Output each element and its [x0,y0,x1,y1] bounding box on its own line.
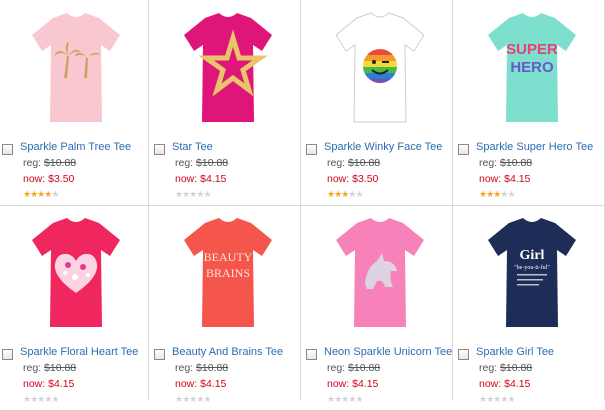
regular-price-value: $10.88 [44,362,77,374]
sale-price: now: $4.15 [327,378,378,390]
product-image[interactable]: SUPER HERO [479,4,585,130]
star-icon: ★ [355,394,363,404]
product-card: Girl "be-you-ti-ful" Sparkle Girl Tee reg: … [456,205,605,410]
product-image[interactable] [327,209,433,335]
product-image[interactable] [175,4,281,130]
sale-price: now: $3.50 [23,173,74,185]
product-card: Neon Sparkle Unicorn Tee reg: $10.88 now: … [304,205,456,410]
product-image[interactable]: BEAUTY BRAINS [175,209,281,335]
regular-price-label: reg: [479,362,498,374]
star-icon: ★ [203,394,211,404]
regular-price-value: $10.88 [500,157,533,169]
svg-text:HERO: HERO [510,59,554,76]
svg-text:BEAUTY: BEAUTY [204,250,253,264]
regular-price-label: reg: [479,157,498,169]
sale-price-value: $4.15 [504,378,531,390]
star-icon: ★ [203,189,211,199]
product-name-link[interactable]: Beauty And Brains Tee [172,346,283,358]
product-name-link[interactable]: Sparkle Girl Tee [476,346,554,358]
sale-price-label: now: [175,378,198,390]
star-icon: ★ [51,394,59,404]
sale-price: now: $3.50 [327,173,378,185]
rating-stars[interactable]: ★★★★★ [23,189,59,199]
product-image[interactable] [327,4,433,130]
regular-price-value: $10.88 [348,157,381,169]
star-icon: ★ [51,189,59,199]
star-icon: ★ [355,189,363,199]
rating-stars[interactable]: ★★★★★ [479,189,515,199]
sale-price-value: $4.15 [352,378,379,390]
regular-price-label: reg: [175,157,194,169]
sale-price-value: $4.15 [504,173,531,185]
product-card: Sparkle Winky Face Tee reg: $10.88 now: $3… [304,0,456,205]
sale-price: now: $4.15 [175,173,226,185]
product-image[interactable]: Girl "be-you-ti-ful" [479,209,585,335]
compare-checkbox[interactable] [458,349,469,360]
svg-text:BRAINS: BRAINS [206,266,250,280]
sale-price-label: now: [327,173,350,185]
compare-checkbox[interactable] [2,349,13,360]
regular-price-label: reg: [23,362,42,374]
product-name-link[interactable]: Sparkle Super Hero Tee [476,141,593,153]
svg-text:"be-you-ti-ful": "be-you-ti-ful" [514,264,550,271]
sale-price: now: $4.15 [479,378,530,390]
regular-price-value: $10.88 [196,157,229,169]
product-card: Star Tee reg: $10.88 now: $4.15 ★★★★★ [152,0,304,205]
sale-price-value: $3.50 [48,173,75,185]
product-card: Sparkle Palm Tree Tee reg: $10.88 now: $3.… [0,0,152,205]
sale-price-label: now: [479,173,502,185]
super-hero-text-graphic: SUPERHERO [506,41,558,76]
sale-price-value: $4.15 [200,378,227,390]
sale-price-label: now: [175,173,198,185]
sale-price-value: $3.50 [352,173,379,185]
sale-price-label: now: [23,173,46,185]
star-icon: ★ [507,394,515,404]
rating-stars[interactable]: ★★★★★ [327,189,363,199]
product-card: SUPER HERO Sparkle Super Hero Tee reg: $10.… [456,0,605,205]
product-image[interactable] [23,209,129,335]
regular-price: reg: $10.88 [175,157,228,169]
compare-checkbox[interactable] [306,144,317,155]
regular-price: reg: $10.88 [175,362,228,374]
regular-price-label: reg: [175,362,194,374]
product-name-link[interactable]: Star Tee [172,141,213,153]
regular-price: reg: $10.88 [23,362,76,374]
sale-price: now: $4.15 [175,378,226,390]
regular-price: reg: $10.88 [23,157,76,169]
product-card: BEAUTY BRAINS Beauty And Brains Tee reg: $1… [152,205,304,410]
compare-checkbox[interactable] [458,144,469,155]
compare-checkbox[interactable] [154,144,165,155]
star-icon: ★ [507,189,515,199]
svg-text:SUPER: SUPER [506,41,558,58]
product-name-link[interactable]: Sparkle Winky Face Tee [324,141,442,153]
sale-price-value: $4.15 [200,173,227,185]
rating-stars[interactable]: ★★★★★ [175,189,211,199]
regular-price: reg: $10.88 [479,362,532,374]
regular-price-value: $10.88 [44,157,77,169]
compare-checkbox[interactable] [154,349,165,360]
regular-price: reg: $10.88 [479,157,532,169]
regular-price: reg: $10.88 [327,157,380,169]
product-name-link[interactable]: Sparkle Palm Tree Tee [20,141,131,153]
product-image[interactable] [23,4,129,130]
sale-price: now: $4.15 [479,173,530,185]
regular-price: reg: $10.88 [327,362,380,374]
sale-price: now: $4.15 [23,378,74,390]
sale-price-label: now: [327,378,350,390]
product-name-link[interactable]: Sparkle Floral Heart Tee [20,346,138,358]
sale-price-value: $4.15 [48,378,75,390]
regular-price-value: $10.88 [348,362,381,374]
regular-price-label: reg: [327,157,346,169]
compare-checkbox[interactable] [306,349,317,360]
sale-price-label: now: [479,378,502,390]
product-name-link[interactable]: Neon Sparkle Unicorn Tee [324,346,452,358]
svg-text:Girl: Girl [520,248,545,263]
product-card: Sparkle Floral Heart Tee reg: $10.88 now: … [0,205,152,410]
regular-price-label: reg: [327,362,346,374]
regular-price-value: $10.88 [196,362,229,374]
regular-price-value: $10.88 [500,362,533,374]
compare-checkbox[interactable] [2,144,13,155]
sale-price-label: now: [23,378,46,390]
regular-price-label: reg: [23,157,42,169]
